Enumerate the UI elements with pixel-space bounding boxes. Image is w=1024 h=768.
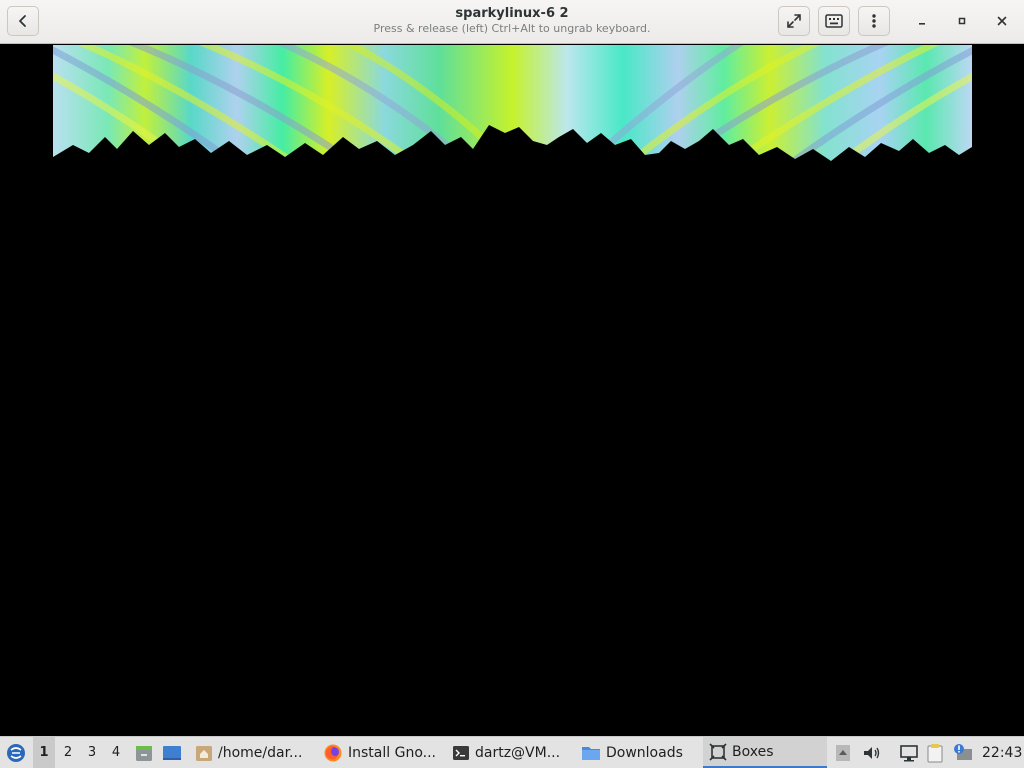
task-boxes-active[interactable]: Boxes bbox=[703, 737, 827, 768]
network-wired-icon bbox=[900, 744, 918, 761]
workspace-3[interactable]: 3 bbox=[81, 737, 103, 768]
close-button[interactable] bbox=[989, 8, 1015, 34]
workspace-2[interactable]: 2 bbox=[57, 737, 79, 768]
workspace-1[interactable]: 1 bbox=[33, 737, 55, 768]
minimize-icon bbox=[919, 23, 925, 25]
back-button[interactable] bbox=[7, 6, 39, 36]
kebab-menu-icon bbox=[872, 14, 876, 28]
header-bar: sparkylinux-6 2 Press & release (left) C… bbox=[0, 0, 1024, 44]
keyboard-icon bbox=[825, 14, 843, 28]
task-terminal[interactable]: dartz@VM... bbox=[452, 737, 560, 768]
back-arrow-icon bbox=[19, 15, 26, 27]
update-notifier-icon bbox=[954, 743, 972, 760]
fullscreen-button[interactable] bbox=[778, 6, 810, 36]
quicklaunch-show-desktop[interactable] bbox=[161, 737, 183, 768]
main-menu-button[interactable] bbox=[858, 6, 890, 36]
terminal-icon bbox=[453, 745, 469, 760]
updates-tray[interactable] bbox=[952, 737, 974, 768]
clock[interactable]: 22:43 bbox=[982, 737, 1022, 768]
minimize-button[interactable] bbox=[909, 8, 935, 34]
task-label: Install Gno... bbox=[348, 744, 436, 761]
firefox-icon bbox=[324, 744, 342, 761]
file-cabinet-icon bbox=[136, 745, 152, 761]
maximize-button[interactable] bbox=[949, 8, 975, 34]
folder-icon bbox=[582, 746, 600, 760]
chevron-up-icon bbox=[836, 744, 850, 761]
tray-expand-button[interactable] bbox=[835, 737, 851, 768]
app-menu-button[interactable] bbox=[3, 737, 29, 768]
network-tray[interactable] bbox=[899, 737, 919, 768]
workspace-4[interactable]: 4 bbox=[105, 737, 127, 768]
close-icon bbox=[997, 16, 1007, 26]
sparky-logo-icon bbox=[7, 743, 25, 762]
volume-tray[interactable] bbox=[862, 737, 882, 768]
window-subtitle: Press & release (left) Ctrl+Alt to ungra… bbox=[373, 22, 651, 35]
taskbar: 1 2 3 4 /home/dar... Install Gno... dart… bbox=[0, 736, 1024, 768]
boxes-icon bbox=[709, 742, 727, 761]
quicklaunch-file-manager[interactable] bbox=[133, 737, 155, 768]
volume-icon bbox=[864, 746, 880, 759]
title-block: sparkylinux-6 2 Press & release (left) C… bbox=[300, 5, 724, 36]
fullscreen-icon bbox=[787, 14, 801, 28]
clipboard-tray[interactable] bbox=[926, 737, 944, 768]
maximize-icon bbox=[958, 17, 966, 25]
task-firefox[interactable]: Install Gno... bbox=[323, 737, 436, 768]
task-downloads-folder[interactable]: Downloads bbox=[581, 737, 683, 768]
fractal-wallpaper-image bbox=[53, 45, 972, 176]
task-label: Boxes bbox=[732, 743, 774, 760]
window-title: sparkylinux-6 2 bbox=[455, 6, 569, 21]
clipboard-icon bbox=[927, 743, 943, 762]
task-label: Downloads bbox=[606, 744, 683, 761]
desktop-icon bbox=[163, 745, 181, 760]
task-label: /home/dar... bbox=[218, 744, 303, 761]
task-home-folder[interactable]: /home/dar... bbox=[195, 737, 302, 768]
task-label: dartz@VM... bbox=[475, 744, 561, 761]
folder-home-icon bbox=[196, 745, 212, 761]
send-keys-button[interactable] bbox=[818, 6, 850, 36]
vm-display[interactable] bbox=[0, 45, 1024, 736]
